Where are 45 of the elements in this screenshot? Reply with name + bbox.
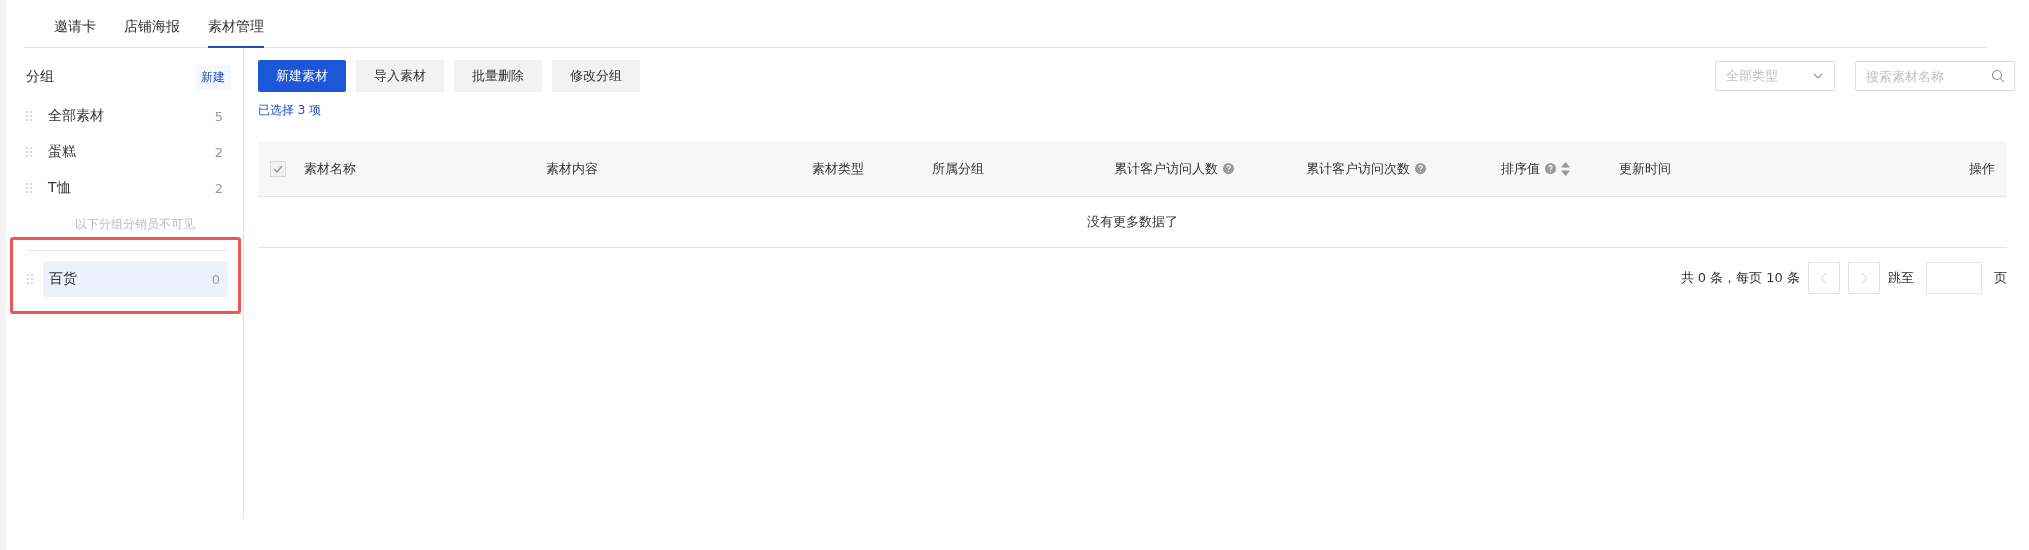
check-icon [273,165,283,173]
search-icon [1991,69,2005,83]
help-icon[interactable] [1223,163,1234,174]
tab[interactable]: 邀请卡 [54,0,96,48]
group-item[interactable]: 百货 0 [43,261,228,297]
column-header: 更新时间 [1619,159,1671,178]
hidden-groups-hint: 以下分组分销员不可见 [73,216,196,233]
new-group-button[interactable]: 新建 [195,64,231,90]
column-header: 素材名称 [304,159,356,178]
help-icon[interactable] [1415,163,1426,174]
column-header: 操作 [1969,159,1995,178]
drag-handle-icon[interactable] [27,273,33,285]
group-item[interactable]: 蛋糕 2 [42,134,231,170]
tab[interactable]: 店铺海报 [124,0,180,48]
help-icon[interactable] [1545,163,1556,174]
sort-icon[interactable] [1561,161,1570,176]
drag-handle-icon[interactable] [26,146,32,158]
chevron-down-icon [1812,72,1824,80]
column-header: 累计客户访问次数 [1306,159,1410,178]
chevron-left-icon [1820,272,1828,284]
empty-message: 没有更多数据了 [1087,213,1178,231]
drag-handle-icon[interactable] [26,110,32,122]
tab[interactable]: 素材管理 [208,0,264,48]
toolbar-button[interactable]: 批量删除 [454,60,542,92]
column-header: 累计客户访问人数 [1114,159,1218,178]
column-header: 素材内容 [546,159,598,178]
column-header: 素材类型 [812,159,864,178]
column-header: 所属分组 [932,159,984,178]
drag-handle-icon[interactable] [26,182,32,194]
pagination-summary: 共 0 条，每页 10 条 [1680,269,1800,287]
group-heading: 分组 [26,68,54,86]
group-item[interactable]: T恤 2 [42,170,231,206]
jump-label: 跳至 [1888,269,1914,287]
search-field[interactable]: 搜索素材名称 [1855,61,2015,91]
chevron-right-icon [1860,272,1868,284]
new-material-button[interactable]: 新建素材 [258,60,346,92]
group-item[interactable]: 全部素材 5 [42,98,231,134]
page-suffix: 页 [1994,269,2007,287]
previous-page-button[interactable] [1808,262,1840,294]
column-header: 排序值 [1501,159,1540,178]
toolbar-button[interactable]: 修改分组 [552,60,640,92]
toolbar-button[interactable]: 导入素材 [356,60,444,92]
page-input[interactable] [1926,262,1982,294]
next-page-button[interactable] [1848,262,1880,294]
selection-count: 已选择 3 项 [258,102,323,119]
